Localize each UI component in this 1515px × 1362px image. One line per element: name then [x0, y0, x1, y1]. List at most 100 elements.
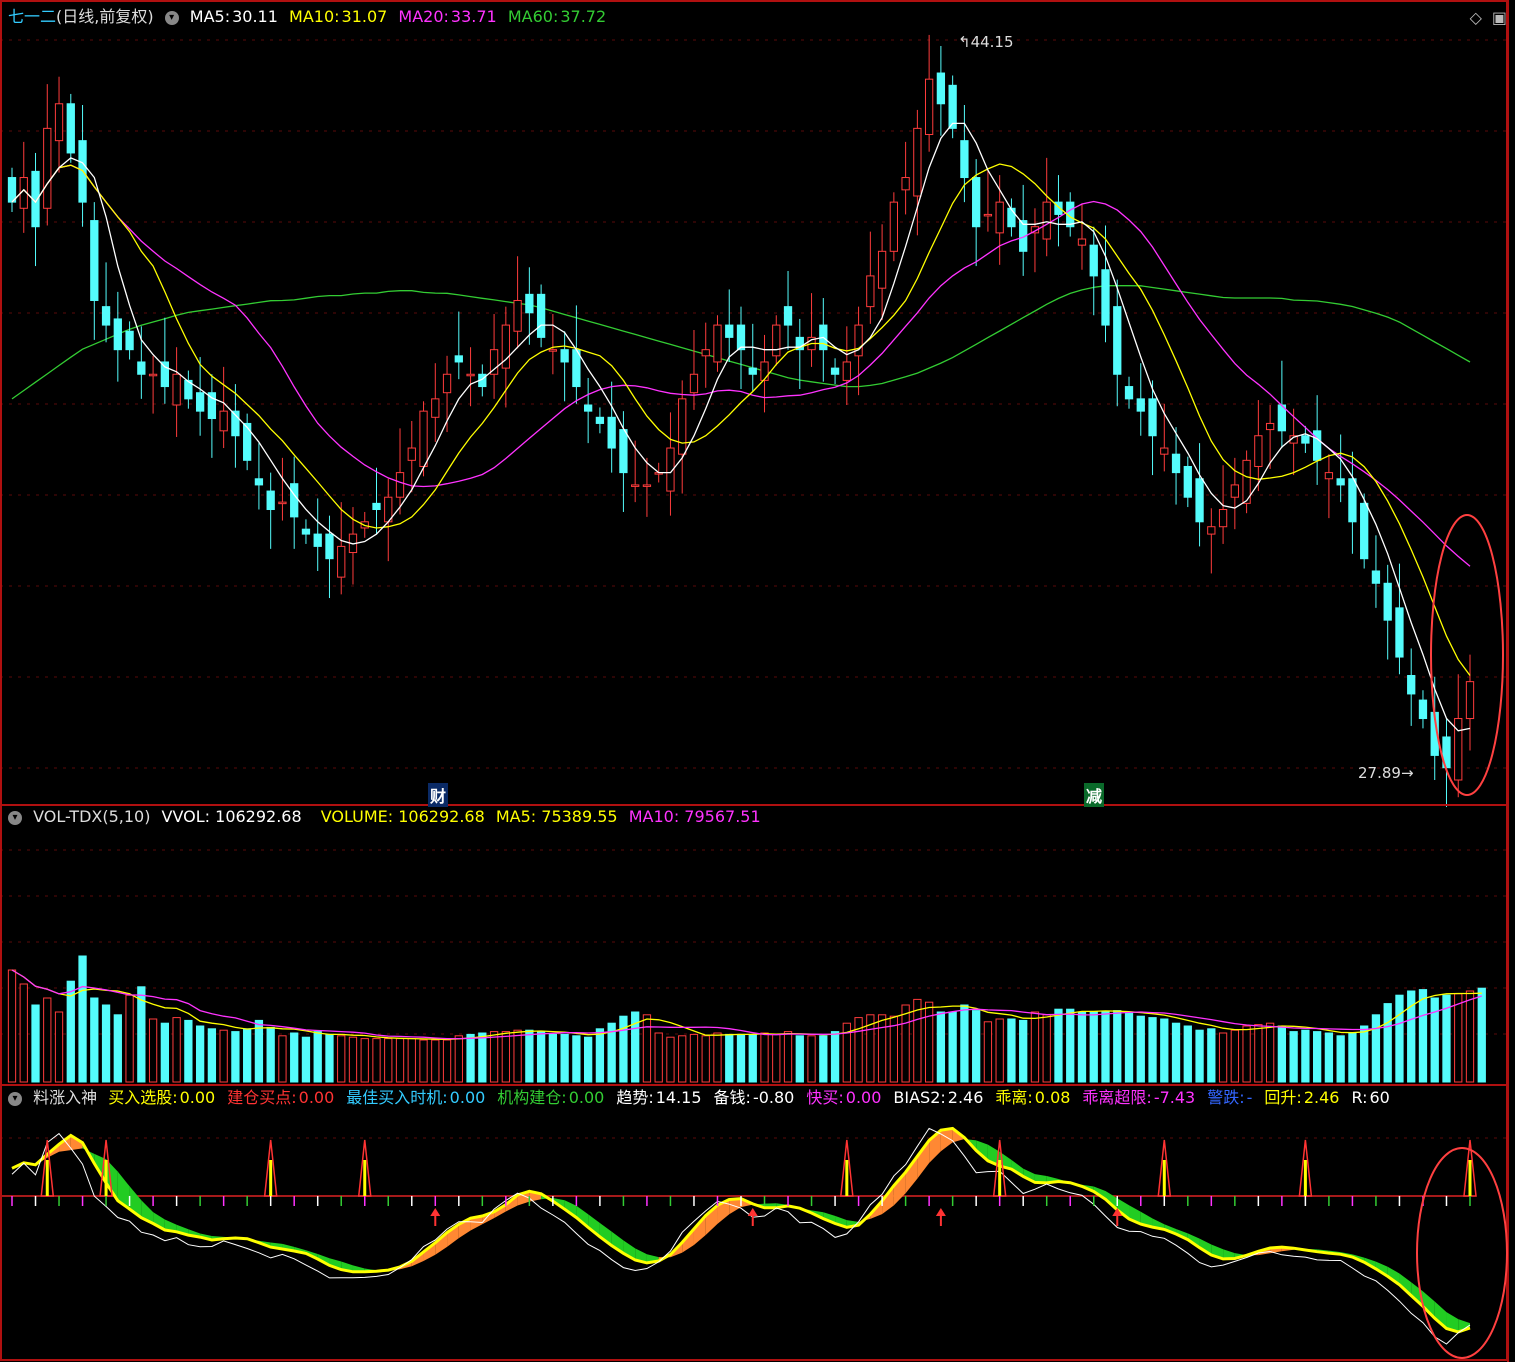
ma20-value: 33.71	[450, 7, 497, 26]
ma5-label: MA5:	[189, 7, 231, 26]
event-marker-jian[interactable]: 减	[1084, 783, 1105, 807]
volume-bar	[548, 1033, 558, 1083]
candle-down	[454, 355, 463, 363]
candle-down	[243, 422, 252, 461]
volume-bar	[90, 997, 99, 1083]
volume-bar	[466, 1033, 475, 1083]
volume-bar	[901, 1004, 910, 1083]
volume-bar	[231, 1031, 240, 1083]
candle-down	[1395, 607, 1404, 658]
candle-up	[1465, 681, 1475, 720]
dropdown-circle-icon[interactable]: ▾	[8, 810, 22, 825]
low-price-label: 27.89→	[1358, 764, 1414, 782]
volume-bar	[1113, 1010, 1122, 1083]
candle-up	[548, 349, 558, 352]
candle-down	[90, 220, 99, 301]
volume-bar	[1054, 1008, 1063, 1083]
volume-bar	[1077, 1011, 1087, 1083]
volume-bar	[584, 1036, 593, 1083]
candle-up	[642, 484, 652, 487]
candle-down	[1348, 478, 1357, 523]
restore-icon[interactable]: ▣	[1492, 8, 1507, 27]
signal-bar	[1162, 1160, 1166, 1196]
volume-bar	[501, 1031, 510, 1083]
volume-bar	[478, 1032, 487, 1083]
candle-down	[66, 103, 75, 154]
volume-bar	[1218, 1032, 1228, 1083]
candle-up	[995, 201, 1004, 234]
vol-indicator-name[interactable]: VOL-TDX(5,10)	[33, 807, 150, 826]
volume-bar	[113, 1014, 122, 1083]
volume-bar	[1007, 1018, 1016, 1083]
candle-up	[1207, 526, 1216, 535]
signal-bar	[1303, 1160, 1307, 1196]
volume-bar	[1277, 1025, 1287, 1083]
low-price-value: 27.89	[1358, 764, 1401, 782]
candle-down	[736, 324, 746, 351]
candle-down	[1313, 430, 1322, 461]
volume-bar	[7, 969, 17, 1083]
indicator-item-value-5: -0.80	[752, 1088, 795, 1107]
volume-bar	[1313, 1031, 1322, 1083]
volume-bar	[454, 1035, 463, 1083]
signal-bar	[998, 1160, 1002, 1196]
window-controls: ◇ ▣	[1460, 8, 1507, 27]
volume-bar	[431, 1039, 440, 1083]
indicator-item-10: 警跌:	[1207, 1088, 1245, 1107]
stock-title[interactable]: 七一二	[8, 7, 56, 26]
volume-bar	[736, 1033, 746, 1083]
volume-bar	[290, 1032, 299, 1083]
candle-down	[1148, 398, 1157, 437]
volume-bar	[219, 1029, 228, 1083]
candle-up	[772, 324, 781, 357]
indicator-item-value-7: 2.46	[947, 1088, 984, 1107]
volume-bar	[913, 998, 922, 1083]
candle-down	[1171, 453, 1181, 474]
event-marker-cai[interactable]: 财	[428, 783, 449, 807]
volume-bar	[1418, 989, 1428, 1083]
candle-up	[913, 127, 922, 197]
candle-up	[901, 177, 910, 191]
chart-mode[interactable]: (日线,前复权)	[56, 7, 154, 26]
volume-bar	[948, 1011, 957, 1083]
candle-down	[1301, 435, 1310, 444]
volume-bar	[572, 1035, 581, 1083]
candle-up	[407, 447, 416, 461]
candle-down	[1089, 244, 1098, 277]
volume-bar	[254, 1019, 264, 1083]
signal-bar	[45, 1160, 49, 1196]
volume-bar	[595, 1028, 605, 1083]
candle-down	[1383, 582, 1392, 621]
candle-up	[877, 250, 887, 289]
stock-chart[interactable]	[0, 0, 1515, 1362]
volume-panel-header: ▾ VOL-TDX(5,10) VVOL: 106292.68 VOLUME: …	[8, 806, 767, 828]
candle-down	[619, 429, 628, 474]
volume-bar	[783, 1031, 793, 1083]
candle-down	[7, 177, 17, 203]
candle-up	[513, 299, 522, 332]
volume-bar	[1030, 1011, 1040, 1083]
ma10-value: 31.07	[341, 7, 388, 26]
candle-down	[1360, 502, 1369, 560]
candle-up	[678, 398, 687, 455]
volume-bar	[1465, 990, 1475, 1083]
high-price-value: 44.15	[970, 33, 1014, 51]
indicator-name[interactable]: 料涨入神	[33, 1088, 97, 1107]
signal-bar	[363, 1160, 367, 1196]
candle-down	[1124, 386, 1134, 400]
volume-bar	[1254, 1024, 1263, 1083]
volume-bar	[184, 1019, 193, 1083]
volume-bar	[619, 1015, 628, 1083]
dropdown-circle-icon[interactable]: ▾	[164, 10, 179, 25]
candle-up	[466, 373, 475, 377]
dropdown-circle-icon[interactable]: ▾	[8, 1091, 22, 1106]
candle-down	[1336, 478, 1345, 486]
candle-down	[960, 140, 969, 179]
volume-bar	[325, 1033, 334, 1083]
diamond-icon[interactable]: ◇	[1470, 8, 1482, 27]
candle-up	[842, 361, 851, 381]
candle-up	[889, 201, 898, 252]
volume-bar	[337, 1035, 346, 1083]
candle-down	[254, 478, 264, 486]
volume-bar	[877, 1014, 887, 1083]
